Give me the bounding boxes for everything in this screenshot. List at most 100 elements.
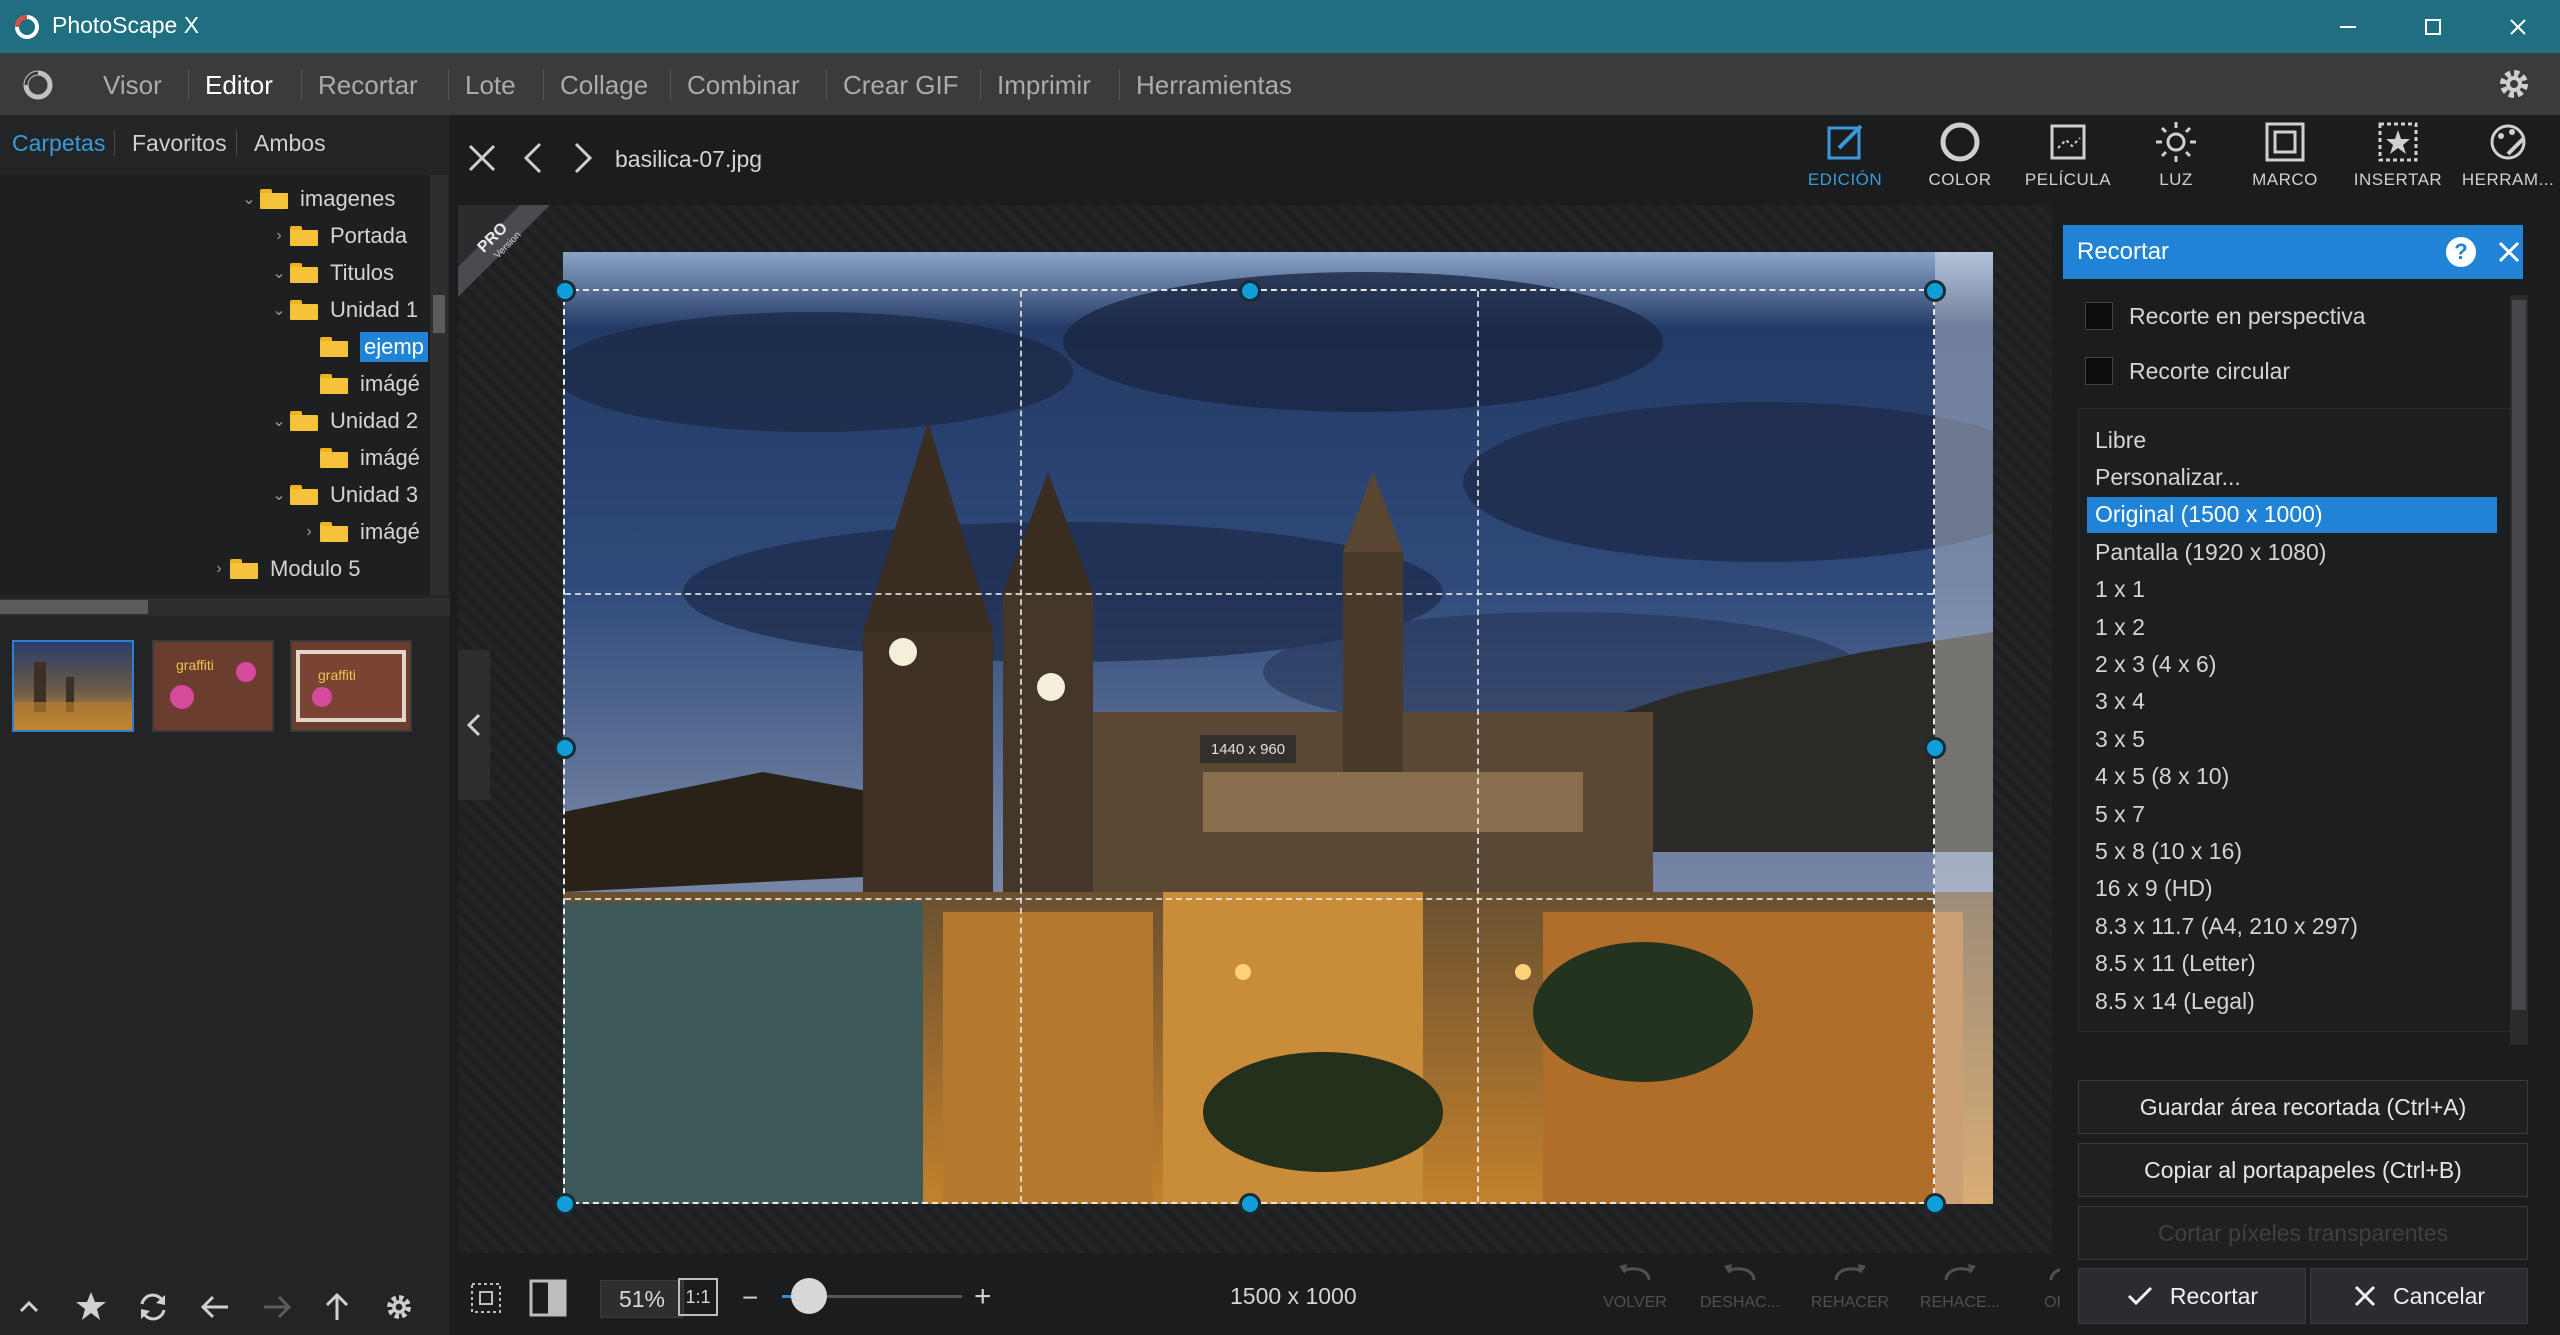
zoom-actual-size-button[interactable]: 1:1 — [678, 1278, 718, 1316]
star-icon[interactable] — [74, 1290, 108, 1324]
tree-item[interactable]: ⌄ Unidad 2 — [268, 405, 418, 437]
thumbnail-graffiti-2[interactable]: graffiti — [290, 640, 412, 732]
copy-to-clipboard-button[interactable]: Copiar al portapapeles (Ctrl+B) — [2078, 1143, 2528, 1197]
zoom-in-icon[interactable]: + — [974, 1280, 998, 1313]
history-undo-button[interactable]: DESHAC... — [1695, 1258, 1785, 1312]
tab-carpetas[interactable]: Carpetas — [12, 130, 105, 157]
close-panel-icon[interactable] — [2494, 237, 2524, 267]
perspective-crop-option[interactable]: Recorte en perspectiva — [2085, 302, 2366, 330]
menu-item-editor[interactable]: Editor — [205, 70, 273, 101]
tab-ambos[interactable]: Ambos — [254, 130, 326, 157]
close-file-icon[interactable] — [462, 138, 502, 178]
chevron-right-icon[interactable]: › — [268, 227, 290, 245]
menu-item-collage[interactable]: Collage — [560, 70, 648, 101]
close-window-button[interactable] — [2475, 0, 2560, 53]
back-arrow-icon[interactable] — [198, 1290, 232, 1324]
tree-item[interactable]: ejemp — [298, 331, 428, 363]
aspect-ratio-option[interactable]: 8.5 x 14 (Legal) — [2087, 983, 2497, 1019]
tool-edit[interactable]: EDICIÓN — [1790, 120, 1900, 200]
cancel-button[interactable]: Cancelar — [2310, 1268, 2528, 1324]
previous-file-icon[interactable] — [514, 138, 554, 178]
history-redo-button[interactable]: REHACER — [1805, 1258, 1895, 1312]
home-icon[interactable] — [18, 65, 58, 105]
aspect-ratio-option[interactable]: 3 x 5 — [2087, 721, 2497, 757]
chevron-down-icon[interactable]: ⌄ — [268, 263, 290, 283]
tool-color[interactable]: COLOR — [1905, 120, 2015, 200]
aspect-ratio-option[interactable]: 1 x 2 — [2087, 609, 2497, 645]
crop-handle-top[interactable] — [1239, 280, 1261, 302]
tree-item[interactable]: › Modulo 5 — [208, 553, 360, 585]
minimize-button[interactable] — [2305, 0, 2390, 53]
tree-item[interactable]: ⌄ Unidad 3 — [268, 479, 418, 511]
menu-item-combinar[interactable]: Combinar — [687, 70, 800, 101]
circular-crop-option[interactable]: Recorte circular — [2085, 357, 2290, 385]
tree-item[interactable]: ⌄ Unidad 1 — [268, 294, 418, 326]
pro-version-badge[interactable]: PRO Version — [458, 205, 550, 297]
maximize-button[interactable] — [2390, 0, 2475, 53]
crop-apply-button[interactable]: Recortar — [2078, 1268, 2306, 1324]
collapse-up-icon[interactable] — [12, 1290, 46, 1324]
aspect-ratio-option[interactable]: Personalizar... — [2087, 459, 2497, 495]
forward-arrow-icon[interactable] — [260, 1290, 294, 1324]
tree-item[interactable]: › imágé — [298, 516, 420, 548]
aspect-ratio-option[interactable]: Pantalla (1920 x 1080) — [2087, 534, 2497, 570]
aspect-ratio-option[interactable]: 5 x 8 (10 x 16) — [2087, 833, 2497, 869]
tool-frame[interactable]: MARCO — [2230, 120, 2340, 200]
tree-item[interactable]: › Portada — [268, 220, 407, 252]
collapse-left-panel-button[interactable] — [458, 650, 490, 800]
tool-film[interactable]: PELÍCULA — [2013, 120, 2123, 200]
aspect-ratio-option[interactable]: 4 x 5 (8 x 10) — [2087, 759, 2497, 795]
tool-tools[interactable]: HERRAM... — [2453, 120, 2560, 200]
menu-item-lote[interactable]: Lote — [465, 70, 516, 101]
tool-light[interactable]: LUZ — [2121, 120, 2231, 200]
tree-item[interactable]: ⌄ Titulos — [268, 257, 394, 289]
crop-handle-bottom-right[interactable] — [1924, 1193, 1946, 1215]
tree-scrollbar[interactable] — [430, 175, 448, 595]
crop-handle-bottom[interactable] — [1239, 1193, 1261, 1215]
tree-item[interactable]: ⌄ imagenes — [238, 183, 395, 215]
tree-horizontal-scrollbar-thumb[interactable] — [0, 600, 148, 614]
zoom-slider-knob[interactable] — [791, 1278, 827, 1314]
menu-item-herramientas[interactable]: Herramientas — [1136, 70, 1292, 101]
menu-item-recortar[interactable]: Recortar — [318, 70, 418, 101]
aspect-ratio-option[interactable]: 8.5 x 11 (Letter) — [2087, 946, 2497, 982]
chevron-down-icon[interactable]: ⌄ — [268, 300, 290, 320]
crop-handle-left[interactable] — [554, 737, 576, 759]
crop-handle-right[interactable] — [1924, 737, 1946, 759]
circular-crop-checkbox[interactable] — [2085, 357, 2113, 385]
chevron-down-icon[interactable]: ⌄ — [268, 485, 290, 505]
settings-gear-icon[interactable] — [382, 1290, 416, 1324]
history-redo-all-button[interactable]: REHACE... — [1915, 1258, 2005, 1312]
menu-item-visor[interactable]: Visor — [103, 70, 162, 101]
aspect-ratio-option[interactable]: 1 x 1 — [2087, 572, 2497, 608]
zoom-out-icon[interactable]: − — [742, 1282, 766, 1313]
tree-scrollbar-thumb[interactable] — [433, 295, 445, 333]
aspect-ratio-option[interactable]: Libre — [2087, 422, 2497, 458]
crop-handle-top-right[interactable] — [1924, 280, 1946, 302]
menu-item-imprimir[interactable]: Imprimir — [997, 70, 1091, 101]
tree-item[interactable]: imágé — [298, 368, 420, 400]
aspect-ratio-option[interactable]: 5 x 7 — [2087, 796, 2497, 832]
settings-gear-icon[interactable] — [2494, 64, 2534, 104]
select-area-icon[interactable] — [468, 1280, 504, 1316]
crop-handle-bottom-left[interactable] — [554, 1193, 576, 1215]
zoom-percentage[interactable]: 51% — [600, 1280, 684, 1318]
chevron-right-icon[interactable]: › — [208, 560, 230, 578]
compare-view-icon[interactable] — [528, 1278, 568, 1318]
tree-item[interactable]: imágé — [298, 442, 420, 474]
aspect-ratio-option[interactable]: 8.3 x 11.7 (A4, 210 x 297) — [2087, 908, 2497, 944]
aspect-ratio-option[interactable]: 3 x 4 — [2087, 684, 2497, 720]
aspect-ratio-option[interactable]: 2 x 3 (4 x 6) — [2087, 646, 2497, 682]
aspect-ratio-option[interactable]: Original (1500 x 1000) — [2087, 496, 2497, 533]
chevron-down-icon[interactable]: ⌄ — [238, 189, 260, 209]
chevron-down-icon[interactable]: ⌄ — [268, 411, 290, 431]
up-arrow-icon[interactable] — [320, 1290, 354, 1324]
thumbnail-basilica[interactable] — [12, 640, 134, 732]
menu-item-crear-gif[interactable]: Crear GIF — [843, 70, 959, 101]
tab-favoritos[interactable]: Favoritos — [132, 130, 227, 157]
cut-transparent-pixels-button[interactable]: Cortar píxeles transparentes — [2078, 1206, 2528, 1260]
tool-insert[interactable]: INSERTAR — [2343, 120, 2453, 200]
help-icon[interactable]: ? — [2446, 237, 2476, 267]
thumbnail-graffiti-1[interactable]: graffiti — [152, 640, 274, 732]
refresh-icon[interactable] — [136, 1290, 170, 1324]
